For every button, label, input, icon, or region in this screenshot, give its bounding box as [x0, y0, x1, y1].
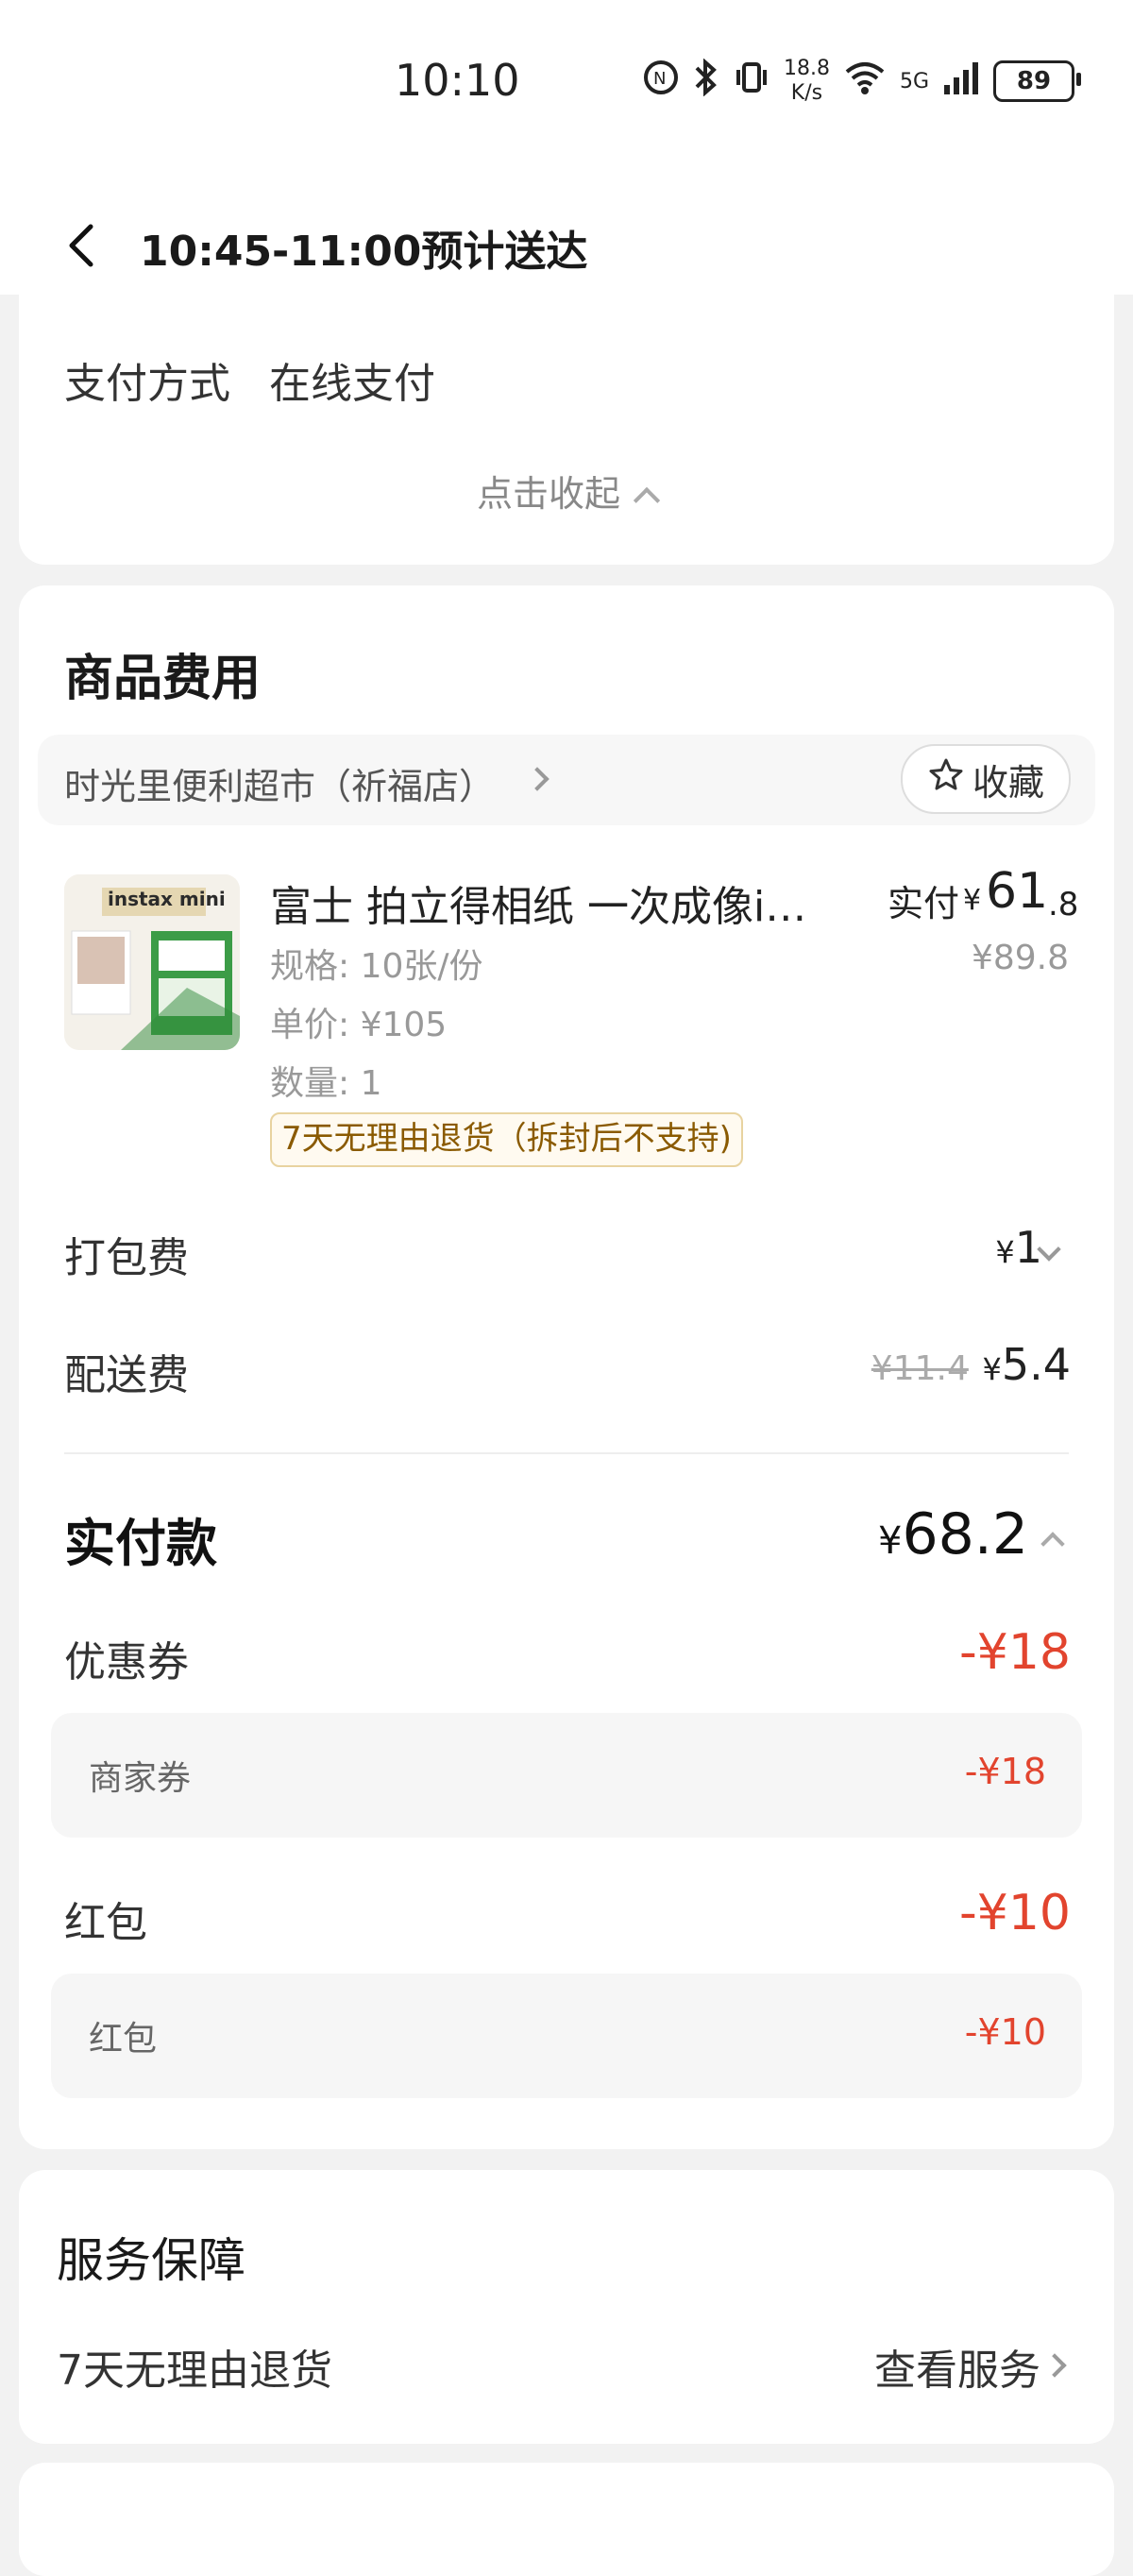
product-brand-text: instax mini — [108, 888, 226, 910]
original-price: ¥89.8 — [971, 939, 1069, 977]
payment-method-label: 支付方式 — [64, 360, 230, 408]
vibrate-icon — [733, 59, 770, 104]
red-packet-detail-row: 红包 -¥10 — [51, 1974, 1082, 2098]
goods-fee-card: 商品费用 时光里便利超市（祈福店） 收藏 instax mini 富士 拍立得相… — [19, 585, 1114, 2149]
chevron-right-icon — [525, 767, 550, 791]
total-amount: 68.2 — [902, 1501, 1029, 1568]
product-spec: 规格: 10张/份 — [270, 947, 483, 986]
service-item: 7天无理由退货 — [57, 2347, 332, 2395]
red-packet-sub-label: 红包 — [89, 2020, 158, 2059]
total-value[interactable]: ¥68.2 — [878, 1501, 1028, 1568]
product-unit-price: 单价: ¥105 — [270, 1006, 448, 1044]
merchant-coupon-label: 商家券 — [89, 1759, 192, 1798]
page-title: 10:45-11:00预计送达 — [140, 228, 588, 276]
data-saver-icon: N — [642, 59, 680, 104]
speed-unit: K/s — [790, 81, 823, 105]
coupon-detail-row: 商家券 -¥18 — [51, 1713, 1082, 1838]
divider — [64, 1452, 1069, 1454]
product-name[interactable]: 富士 拍立得相纸 一次成像i… — [270, 873, 837, 933]
top-bar: 10:10 N 18.8 K/s 5G 89 10:45-11:00预计送达 — [0, 0, 1133, 295]
favorite-label: 收藏 — [972, 761, 1044, 804]
bluetooth-icon — [693, 58, 719, 104]
next-card — [19, 2463, 1114, 2576]
delivery-fee-value: ¥11.4 ¥5.4 — [871, 1339, 1071, 1390]
page-header: 10:45-11:00预计送达 — [0, 198, 1133, 293]
signal-icon — [942, 59, 980, 104]
store-name: 时光里便利超市（祈福店） — [64, 766, 496, 807]
favorite-button[interactable]: 收藏 — [901, 744, 1071, 814]
status-time: 10:10 — [395, 55, 520, 106]
coupon-label: 优惠券 — [64, 1638, 189, 1686]
view-service-link[interactable]: 查看服务 — [874, 2336, 1040, 2397]
total-currency: ¥ — [878, 1519, 903, 1563]
collapse-label: 点击收起 — [476, 473, 620, 515]
red-packet-label: 红包 — [64, 1899, 147, 1947]
delivery-amount: 5.4 — [1001, 1339, 1071, 1390]
packing-fee-value[interactable]: ¥1 — [995, 1222, 1042, 1273]
coupon-value: -¥18 — [958, 1624, 1071, 1681]
paid-currency: ¥ — [963, 884, 982, 917]
paid-label: 实付 — [888, 883, 960, 924]
status-icons: N 18.8 K/s 5G 89 — [642, 57, 1081, 106]
chevron-right-icon[interactable] — [1042, 2353, 1067, 2378]
payment-method-value: 在线支付 — [269, 360, 435, 408]
speed-value: 18.8 — [783, 57, 830, 80]
product-quantity: 数量: 1 — [270, 1064, 382, 1103]
back-arrow-icon[interactable] — [62, 223, 100, 268]
chevron-up-icon[interactable] — [1040, 1532, 1065, 1556]
return-policy-tag: 7天无理由退货（拆封后不支持) — [270, 1112, 743, 1167]
payment-card: 支付方式 在线支付 点击收起 — [19, 283, 1114, 565]
delivery-fee-label: 配送费 — [64, 1351, 189, 1399]
service-card: 服务保障 7天无理由退货 查看服务 — [19, 2170, 1114, 2444]
svg-text:N: N — [653, 69, 666, 89]
store-row[interactable]: 时光里便利超市（祈福店） 收藏 — [38, 735, 1095, 825]
packing-currency: ¥ — [995, 1234, 1015, 1270]
star-icon — [927, 756, 965, 803]
delivery-original-price: ¥11.4 — [871, 1349, 969, 1388]
paid-amount-int: 61 — [986, 863, 1049, 920]
packing-fee-label: 打包费 — [64, 1234, 189, 1282]
chevron-up-icon — [633, 486, 661, 515]
merchant-coupon-value: -¥18 — [964, 1751, 1046, 1792]
total-label: 实付款 — [64, 1514, 217, 1573]
delivery-currency: ¥ — [982, 1351, 1002, 1387]
wifi-icon — [843, 59, 887, 104]
network-type: 5G — [899, 69, 929, 93]
red-packet-sub-value: -¥10 — [964, 2011, 1046, 2053]
battery-indicator: 89 — [993, 60, 1081, 102]
product-image[interactable]: instax mini — [64, 874, 240, 1050]
collapse-button[interactable]: 点击收起 — [19, 465, 1114, 517]
paid-amount-dec: .8 — [1048, 886, 1079, 924]
network-speed: 18.8 K/s — [784, 57, 830, 106]
section-title: 商品费用 — [64, 651, 262, 707]
red-packet-value: -¥10 — [958, 1885, 1071, 1941]
service-title: 服务保障 — [57, 2233, 245, 2288]
